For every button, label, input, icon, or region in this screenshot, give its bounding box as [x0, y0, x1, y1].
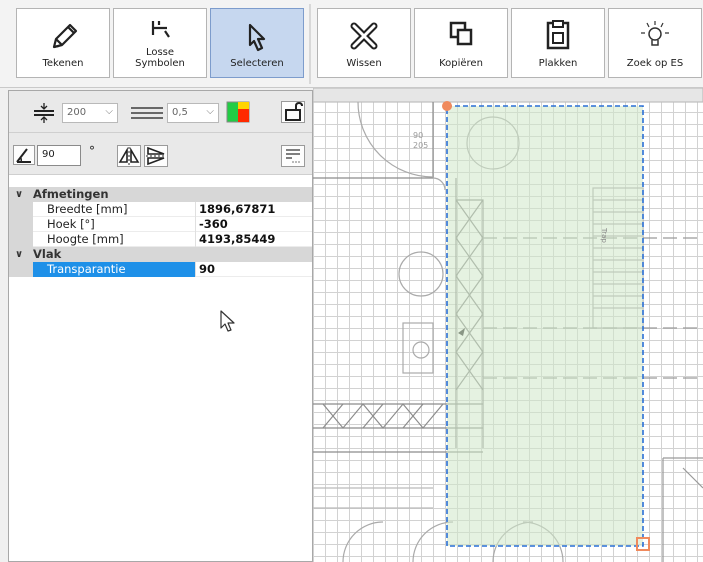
angle-icon: [16, 148, 31, 163]
property-value[interactable]: 90: [199, 262, 215, 277]
line-width-icon: [129, 103, 165, 126]
stair-label: Trap: [600, 227, 608, 243]
property-value[interactable]: 4193,85449: [199, 232, 275, 247]
drawing-canvas[interactable]: 90 205 Trap: [313, 88, 703, 562]
pencil-icon: [46, 19, 80, 56]
toolbar-separator: [309, 4, 311, 84]
property-row-breedte[interactable]: Breedte [mm] 1896,67871: [9, 202, 312, 217]
list-options-button[interactable]: [281, 145, 305, 167]
door-label-1: 90: [413, 131, 423, 140]
floorplan-drawing: 90 205 Trap: [313, 88, 703, 562]
lightbulb-icon: [635, 19, 675, 52]
thickness-select[interactable]: 200 ⌵: [62, 103, 118, 123]
line-width-select[interactable]: 0,5 ⌵: [167, 103, 219, 123]
zoek-op-es-label: Zoek op ES: [626, 58, 684, 69]
losse-symbolen-button[interactable]: Losse Symbolen: [113, 8, 207, 78]
property-value[interactable]: 1896,67871: [199, 202, 275, 217]
chevron-down-icon: ∨: [15, 249, 24, 260]
category-label: Afmetingen: [33, 187, 109, 201]
property-name: Hoogte [mm]: [33, 232, 196, 247]
zoek-op-es-button[interactable]: Zoek op ES: [608, 8, 702, 78]
wall-thickness-icon: [31, 101, 57, 128]
tekenen-button[interactable]: Tekenen: [16, 8, 110, 78]
category-afmetingen[interactable]: ∨ Afmetingen: [9, 187, 312, 202]
chevron-down-icon: ⌵: [206, 106, 214, 117]
selection-rectangle: [446, 105, 644, 547]
fill-color-picker[interactable]: [226, 101, 250, 123]
losse-label-line1: Losse: [145, 47, 175, 58]
mouse-pointer-icon: [219, 309, 237, 336]
property-row-transparantie[interactable]: Transparantie 90: [9, 262, 312, 277]
kopieren-button[interactable]: Kopiëren: [414, 8, 508, 78]
property-row-hoek[interactable]: Hoek [°] -360: [9, 217, 312, 232]
rotation-value: 90: [42, 149, 55, 160]
category-label: Vlak: [33, 247, 62, 261]
symbol-icon: [145, 17, 175, 42]
copy-icon: [446, 19, 476, 52]
selecteren-label: Selecteren: [230, 58, 284, 69]
ribbon-toolbar: Tekenen Losse Symbolen Selecteren Wissen…: [0, 0, 703, 88]
losse-label-line2: Symbolen: [135, 58, 185, 69]
rotation-input[interactable]: 90: [37, 145, 81, 166]
rotation-options-row: 90 °: [9, 133, 312, 175]
selecteren-button[interactable]: Selecteren: [210, 8, 304, 78]
wissen-label: Wissen: [346, 58, 382, 69]
losse-symbolen-label: Losse Symbolen: [135, 47, 185, 69]
property-name: Transparantie: [33, 262, 196, 277]
chevron-down-icon: ∨: [15, 189, 24, 200]
property-row-hoogte[interactable]: Hoogte [mm] 4193,85449: [9, 232, 312, 247]
chevron-down-icon: ⌵: [105, 106, 113, 117]
selection-handle-top-left: [442, 101, 452, 111]
mirror-horizontal-button[interactable]: [117, 145, 141, 167]
door-label-2: 205: [413, 141, 428, 150]
degree-label: °: [89, 144, 95, 158]
category-vlak[interactable]: ∨ Vlak: [9, 247, 312, 262]
wissen-button[interactable]: Wissen: [317, 8, 411, 78]
cursor-arrow-icon: [242, 19, 272, 56]
properties-panel: 200 ⌵ 0,5 ⌵ 90 ° ∨ Afmetingen Breedte [m…: [8, 90, 313, 562]
thickness-value: 200: [67, 107, 87, 118]
paste-clipboard-icon: [543, 19, 573, 54]
padlock-open-icon: [285, 101, 303, 121]
mirror-horizontal-icon: [118, 147, 140, 165]
list-icon: [286, 149, 300, 163]
kopieren-label: Kopiëren: [439, 58, 483, 69]
property-name: Hoek [°]: [33, 217, 196, 232]
tekenen-label: Tekenen: [42, 58, 84, 69]
plakken-button[interactable]: Plakken: [511, 8, 605, 78]
property-value[interactable]: -360: [199, 217, 228, 232]
plakken-label: Plakken: [538, 58, 578, 69]
mirror-vertical-button[interactable]: [144, 145, 168, 167]
erase-x-icon: [347, 19, 381, 56]
line-width-value: 0,5: [172, 107, 188, 118]
unlock-button[interactable]: [281, 101, 305, 123]
line-options-row: 200 ⌵ 0,5 ⌵: [9, 91, 312, 133]
rotate-angle-button[interactable]: [13, 145, 35, 165]
property-name: Breedte [mm]: [33, 202, 196, 217]
property-grid: ∨ Afmetingen Breedte [mm] 1896,67871 Hoe…: [9, 187, 312, 277]
mirror-vertical-icon: [146, 146, 166, 166]
